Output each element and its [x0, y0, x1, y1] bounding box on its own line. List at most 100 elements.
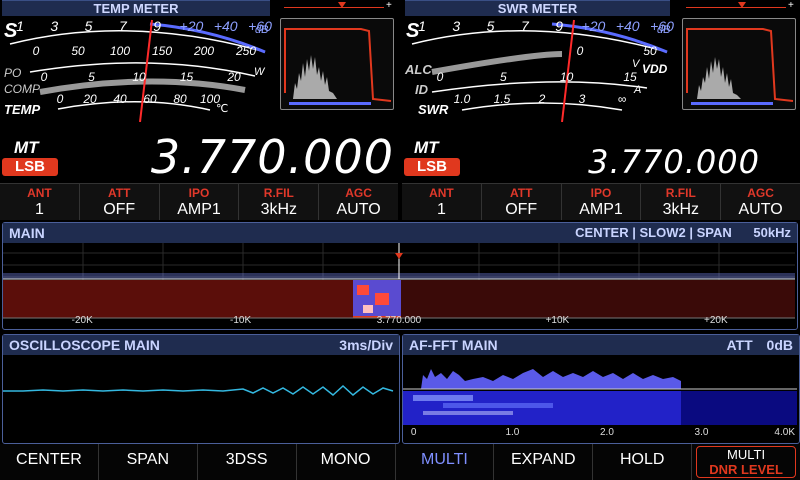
s-scale-label: 3: [50, 18, 59, 34]
main-scope-panel[interactable]: MAIN CENTER | SLOW2 | SPAN 50kHz -20K -10…: [2, 222, 798, 330]
main-att-cell[interactable]: ATT OFF: [80, 184, 160, 220]
main-mt-label: MT: [14, 138, 39, 157]
affft-tick-label: 2.0: [600, 427, 614, 438]
comp-scale-label: 10: [132, 70, 146, 84]
po-scale-label: 100: [109, 44, 131, 58]
sub-ant-value: 1: [436, 201, 446, 218]
multi-button[interactable]: MULTI: [396, 444, 495, 480]
affft-tick-label: 4.0K: [774, 427, 795, 438]
sub-agc-cell[interactable]: AGC AUTO: [721, 184, 800, 220]
expand-button[interactable]: EXPAND: [494, 444, 594, 480]
po-scale-label: 250: [235, 44, 257, 58]
vdd-scale-label: 50: [643, 44, 657, 58]
main-mode-badge[interactable]: LSB: [2, 158, 58, 176]
s-scale-label: 7: [118, 18, 127, 34]
left-comp-scale: 0 5 10 15 20: [40, 70, 241, 84]
left-db-label: dB: [255, 24, 269, 36]
main-frequency[interactable]: 3.770.000: [70, 130, 394, 184]
swr-scale: 1.0 1.5 2 3 ∞: [454, 92, 627, 106]
osc-title-bar: OSCILLOSCOPE MAIN 3ms/Div: [3, 335, 399, 355]
scope-span-value[interactable]: 50kHz: [753, 225, 791, 240]
s-scale-label: 1: [16, 18, 24, 34]
a-unit: A: [634, 84, 642, 96]
temp-label: TEMP: [4, 102, 41, 117]
scope-tick-label: -20K: [71, 315, 93, 326]
alc-label: ALC: [405, 62, 432, 77]
scope-tick-labels: -20K -10K 3.770.000 +10K +20K: [3, 315, 795, 327]
main-att-label: ATT: [107, 186, 131, 200]
po-scale-label: 150: [151, 44, 173, 58]
id-scale-label: 5: [499, 70, 507, 84]
comp-label: COMP: [4, 82, 40, 96]
affft-tick-label: 0: [410, 427, 417, 438]
oscilloscope-panel[interactable]: OSCILLOSCOPE MAIN 3ms/Div: [2, 334, 400, 444]
scope-mode[interactable]: CENTER: [575, 225, 628, 240]
swr-scale-label: 1.5: [493, 92, 511, 106]
id-scale-label: 10: [559, 70, 574, 84]
temp-scale-label: 40: [113, 92, 127, 106]
comp-scale-label: 15: [179, 70, 194, 84]
affft-panel[interactable]: AF-FFT MAIN ATT 0dB 0 1.0 2.0 3.0 4.0K: [402, 334, 800, 444]
main-ipo-cell[interactable]: IPO AMP1: [160, 184, 240, 220]
swr-label: SWR: [418, 102, 449, 117]
bottom-button-bar: CENTER SPAN 3DSS MONO MULTI EXPAND HOLD …: [0, 444, 800, 480]
scope-title-bar: MAIN CENTER | SLOW2 | SPAN 50kHz: [3, 223, 797, 243]
s-scale-label: +40: [615, 18, 640, 34]
scope-tick-label: +20K: [703, 315, 728, 326]
sub-att-label: ATT: [509, 186, 533, 200]
main-agc-cell[interactable]: AGC AUTO: [319, 184, 398, 220]
swr-scale-label: 2: [538, 92, 546, 106]
comp-scale-label: 0: [40, 70, 48, 84]
id-scale-label: 0: [436, 70, 444, 84]
s-scale-label: 5: [84, 18, 93, 34]
center-button[interactable]: CENTER: [0, 444, 99, 480]
osc-title: OSCILLOSCOPE MAIN: [9, 337, 160, 353]
affft-title-bar: AF-FFT MAIN ATT 0dB: [403, 335, 799, 355]
s-scale-label: 9: [153, 18, 162, 34]
sub-ipo-cell[interactable]: IPO AMP1: [562, 184, 642, 220]
s-scale-label: +20: [581, 18, 606, 34]
sub-rfil-label: R.FIL: [665, 186, 696, 200]
sub-agc-value: AUTO: [738, 201, 783, 218]
span-button[interactable]: SPAN: [99, 444, 198, 480]
sub-rfil-cell[interactable]: R.FIL 3kHz: [641, 184, 722, 220]
main-ant-value: 1: [34, 201, 44, 218]
main-att-value: OFF: [103, 201, 136, 218]
sub-frequency[interactable]: 3.770.000: [470, 142, 760, 182]
scope-tick-label: 3.770.000: [376, 315, 422, 326]
sub-mt-label: MT: [414, 138, 439, 157]
main-ant-cell[interactable]: ANT 1: [0, 184, 80, 220]
swr-scale-label: ∞: [617, 92, 627, 106]
mono-button[interactable]: MONO: [297, 444, 396, 480]
s-scale-label: 1: [418, 18, 426, 34]
sub-ant-cell[interactable]: ANT 1: [402, 184, 482, 220]
temp-unit: ℃: [216, 103, 229, 115]
vdd-label: VDD: [642, 62, 668, 76]
scope-title: MAIN: [9, 225, 45, 241]
left-temp-scale: 0 20 40 60 80 100: [56, 92, 220, 106]
sub-status-row: ANT 1 ATT OFF IPO AMP1 R.FIL 3kHz AGC AUTO: [402, 183, 800, 220]
3dss-button[interactable]: 3DSS: [198, 444, 297, 480]
sub-mode-badge[interactable]: LSB: [404, 158, 460, 176]
affft-att-value[interactable]: 0dB: [767, 337, 793, 353]
dnr-line1: MULTI: [727, 447, 766, 462]
hold-button[interactable]: HOLD: [593, 444, 693, 480]
sub-ant-label: ANT: [429, 186, 454, 200]
s-scale-label: +20: [179, 18, 204, 34]
temp-scale-label: 0: [56, 92, 64, 106]
osc-div[interactable]: 3ms/Div: [339, 335, 393, 355]
vdd-scale: 0 50: [576, 44, 657, 58]
po-scale-label: 50: [71, 44, 85, 58]
affft-tick-label: 1.0: [505, 427, 520, 438]
s-scale-label: 9: [555, 18, 564, 34]
left-s-scale: 1 3 5 7 9 +20 +40 +60: [16, 18, 272, 40]
affft-display: [403, 369, 797, 425]
left-mini-spectrum: [280, 18, 394, 110]
main-rfil-cell[interactable]: R.FIL 3kHz: [239, 184, 320, 220]
right-mini-spectrum: [682, 18, 796, 110]
dnr-level-button[interactable]: MULTI DNR LEVEL: [696, 446, 796, 478]
vdd-scale-label: 0: [576, 44, 584, 58]
scope-speed[interactable]: SLOW2: [640, 225, 686, 240]
sub-att-cell[interactable]: ATT OFF: [482, 184, 562, 220]
scope-tick-label: +10K: [545, 315, 570, 326]
